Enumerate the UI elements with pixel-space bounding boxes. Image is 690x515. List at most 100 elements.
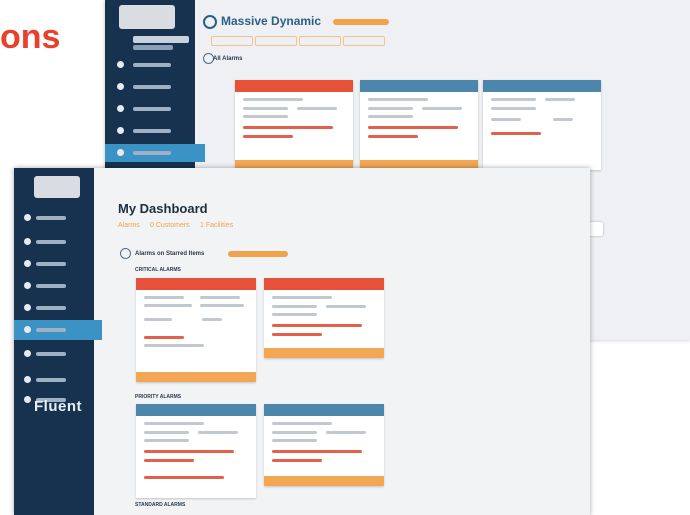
text-placeholder bbox=[198, 431, 238, 434]
nav-label bbox=[36, 378, 66, 382]
org-title: Massive Dynamic bbox=[221, 14, 322, 28]
text-placeholder bbox=[368, 115, 413, 118]
critical-alarms-heading: CRITICAL ALARMS bbox=[135, 267, 181, 273]
nav-label bbox=[133, 129, 171, 133]
nav-label bbox=[36, 352, 66, 356]
text-placeholder bbox=[272, 313, 317, 316]
alarm-card-header bbox=[264, 404, 384, 416]
text-placeholder bbox=[144, 422, 204, 425]
acknowledge-button[interactable] bbox=[264, 476, 384, 486]
text-placeholder bbox=[272, 439, 317, 442]
alert-text-placeholder bbox=[272, 324, 362, 327]
filter-tab[interactable] bbox=[211, 36, 253, 46]
dashboard-icon bbox=[117, 61, 124, 68]
nav-item-dashboard[interactable] bbox=[105, 56, 195, 74]
text-placeholder bbox=[326, 431, 366, 434]
acknowledge-button[interactable] bbox=[264, 348, 384, 358]
controllers-icon bbox=[117, 127, 124, 134]
nav-item-global[interactable] bbox=[14, 344, 94, 364]
standard-alarms-heading: STANDARD ALARMS bbox=[135, 502, 186, 508]
text-placeholder bbox=[272, 296, 332, 299]
alarm-card[interactable] bbox=[136, 404, 256, 498]
alert-text-placeholder bbox=[272, 459, 322, 462]
nav-label bbox=[36, 262, 66, 266]
text-placeholder bbox=[491, 118, 521, 121]
app-logo bbox=[34, 176, 80, 198]
org-badge bbox=[333, 19, 389, 25]
alarm-card-header bbox=[235, 80, 353, 92]
nav-label bbox=[36, 284, 66, 288]
text-placeholder bbox=[200, 304, 244, 307]
filter-tab[interactable] bbox=[255, 36, 297, 46]
text-placeholder bbox=[272, 422, 332, 425]
customers-icon bbox=[117, 83, 124, 90]
text-placeholder bbox=[144, 318, 172, 321]
nav-item-alarms[interactable] bbox=[14, 320, 102, 340]
tab-alarms[interactable]: Alarms bbox=[118, 222, 140, 229]
alert-text-placeholder bbox=[144, 450, 234, 453]
text-placeholder bbox=[422, 107, 462, 110]
fluent-logo: Fluent bbox=[34, 398, 82, 415]
alarm-card[interactable] bbox=[483, 80, 601, 170]
filter-tab[interactable] bbox=[343, 36, 385, 46]
alert-text-placeholder bbox=[243, 135, 293, 138]
nav-item-controllers[interactable] bbox=[14, 298, 94, 318]
alarm-card[interactable] bbox=[360, 80, 478, 170]
dashboard-icon bbox=[24, 238, 31, 245]
alert-text-placeholder bbox=[272, 450, 362, 453]
nav-item-customers[interactable] bbox=[14, 254, 94, 274]
nav-item-facilities[interactable] bbox=[105, 100, 195, 118]
text-placeholder bbox=[545, 98, 575, 101]
text-placeholder bbox=[491, 98, 536, 101]
text-placeholder bbox=[144, 304, 192, 307]
alarm-card-header bbox=[136, 278, 256, 290]
org-name-placeholder bbox=[133, 36, 189, 43]
controllers-icon bbox=[24, 304, 31, 311]
nav-item-facilities[interactable] bbox=[14, 276, 94, 296]
tab-facilities[interactable]: 1 Facilities bbox=[200, 222, 233, 229]
acknowledge-button[interactable] bbox=[136, 372, 256, 382]
nav-label bbox=[133, 107, 171, 111]
nav-item-controllers[interactable] bbox=[105, 122, 195, 140]
nav-item-org[interactable] bbox=[14, 208, 94, 228]
nav-item-alarms[interactable] bbox=[105, 144, 205, 162]
text-placeholder bbox=[297, 107, 337, 110]
section-badge bbox=[228, 251, 288, 257]
menu-icon bbox=[24, 214, 31, 221]
text-placeholder bbox=[144, 344, 204, 347]
nav-label bbox=[36, 240, 66, 244]
text-placeholder bbox=[368, 107, 413, 110]
nav-item-customers[interactable] bbox=[105, 78, 195, 96]
nav-label bbox=[133, 85, 171, 89]
text-placeholder bbox=[144, 431, 189, 434]
alarm-card[interactable] bbox=[136, 278, 256, 382]
alarm-card[interactable] bbox=[264, 404, 384, 486]
text-placeholder bbox=[243, 115, 288, 118]
text-placeholder bbox=[491, 107, 536, 110]
page-title: My Dashboard bbox=[118, 201, 208, 216]
text-placeholder bbox=[243, 98, 303, 101]
front-sidebar: Fluent bbox=[14, 168, 102, 515]
text-placeholder bbox=[144, 296, 184, 299]
alarm-card[interactable] bbox=[235, 80, 353, 170]
text-placeholder bbox=[553, 118, 573, 121]
gear-icon[interactable] bbox=[203, 14, 217, 29]
tab-customers[interactable]: 0 Customers bbox=[150, 222, 190, 229]
alarm-card[interactable] bbox=[264, 278, 384, 358]
alarm-card-header bbox=[483, 80, 601, 92]
notification-badge[interactable] bbox=[589, 222, 603, 236]
nav-label bbox=[36, 328, 66, 332]
filter-tab[interactable] bbox=[299, 36, 341, 46]
alert-text-placeholder bbox=[144, 459, 194, 462]
nav-item-account[interactable] bbox=[14, 370, 94, 390]
alarm-card-header bbox=[360, 80, 478, 92]
text-placeholder bbox=[144, 439, 189, 442]
text-placeholder bbox=[272, 305, 317, 308]
collapse-toggle-icon[interactable] bbox=[120, 248, 131, 259]
alert-text-placeholder bbox=[368, 126, 458, 129]
text-placeholder bbox=[243, 107, 288, 110]
text-placeholder bbox=[368, 98, 428, 101]
nav-item-dashboard[interactable] bbox=[14, 232, 94, 252]
nav-label bbox=[133, 63, 171, 67]
facilities-icon bbox=[24, 282, 31, 289]
